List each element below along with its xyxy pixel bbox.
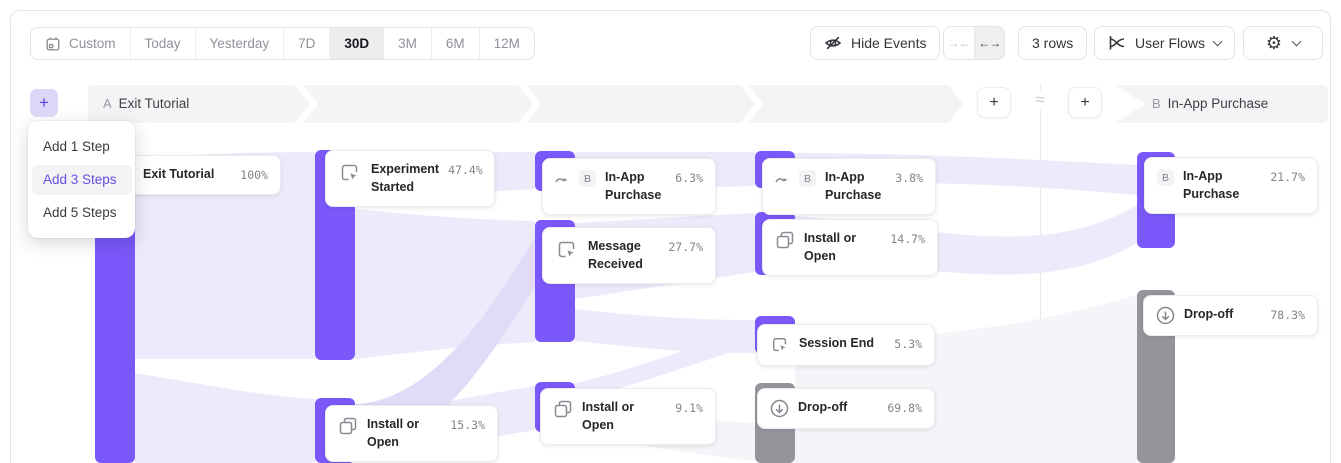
- flow-arrow-icon: [555, 173, 570, 185]
- node-label: In-App Purchase: [825, 169, 885, 204]
- autocapture-event-icon: [338, 161, 362, 185]
- node-label: Drop-off: [1184, 306, 1233, 324]
- add-column-left-button[interactable]: +: [977, 87, 1011, 118]
- plus-icon: +: [989, 94, 998, 112]
- node-label: Install or Open: [582, 399, 666, 434]
- collapse-columns-button[interactable]: →←: [944, 27, 974, 59]
- node-install-or-open-15[interactable]: Install or Open 15.3%: [325, 405, 498, 462]
- node-label: In-App Purchase: [605, 169, 665, 204]
- drop-off-icon: [770, 399, 789, 418]
- user-flows-icon: [1108, 34, 1126, 52]
- node-value: 5.3%: [894, 335, 922, 351]
- expand-icon: ←→: [978, 36, 1000, 50]
- node-drop-off-78[interactable]: Drop-off 78.3%: [1143, 295, 1318, 336]
- node-value: 14.7%: [890, 230, 925, 246]
- node-label: Session End: [799, 335, 874, 353]
- node-experiment-started[interactable]: Experiment Started 47.4%: [325, 150, 495, 207]
- date-range-12m[interactable]: 12M: [479, 28, 534, 59]
- hide-events-button[interactable]: Hide Events: [810, 26, 940, 60]
- menu-item-add-1-step[interactable]: Add 1 Step: [28, 132, 135, 162]
- node-label: In-App Purchase: [1183, 168, 1261, 203]
- hide-events-label: Hide Events: [851, 35, 926, 51]
- rows-button[interactable]: 3 rows: [1018, 26, 1087, 60]
- chevron-down-icon: [1292, 36, 1302, 46]
- node-install-or-open-14[interactable]: Install or Open 14.7%: [762, 219, 938, 276]
- node-label: Experiment Started: [371, 161, 439, 196]
- node-install-or-open-9[interactable]: Install or Open 9.1%: [540, 388, 716, 445]
- date-range-30d-active[interactable]: 30D: [329, 28, 383, 59]
- plus-icon: +: [39, 93, 49, 113]
- settings-dropdown[interactable]: ⚙: [1243, 26, 1323, 60]
- node-drop-off-69[interactable]: Drop-off 69.8%: [757, 388, 935, 429]
- menu-item-add-3-steps[interactable]: Add 3 Steps: [32, 165, 132, 195]
- date-range-7d[interactable]: 7D: [283, 28, 329, 59]
- rows-label: 3 rows: [1032, 35, 1073, 51]
- calendar-icon: [45, 36, 61, 52]
- autocapture-event-icon: [770, 335, 790, 355]
- collapse-icon: →←: [948, 36, 970, 50]
- step-header-band: [0, 85, 1341, 123]
- node-in-app-purchase-6[interactable]: B In-App Purchase 6.3%: [542, 158, 716, 215]
- node-value: 3.8%: [895, 169, 923, 185]
- node-label: Drop-off: [798, 399, 847, 417]
- date-range-3m[interactable]: 3M: [383, 28, 431, 59]
- node-in-app-purchase-21[interactable]: B In-App Purchase 21.7%: [1144, 157, 1318, 214]
- chart-type-dropdown[interactable]: User Flows: [1094, 26, 1235, 60]
- node-label: Exit Tutorial: [143, 166, 214, 184]
- add-step-button[interactable]: +: [30, 89, 58, 117]
- plus-icon: +: [1080, 94, 1089, 112]
- add-steps-menu: Add 1 Step Add 3 Steps Add 5 Steps: [28, 121, 135, 238]
- flow-arrow-icon: [775, 173, 790, 185]
- step-a-label: Exit Tutorial: [119, 96, 190, 111]
- node-value: 47.4%: [448, 161, 483, 177]
- step-a-prefix: A: [103, 96, 112, 111]
- node-value: 6.3%: [675, 169, 703, 185]
- menu-item-add-5-steps[interactable]: Add 5 Steps: [28, 198, 135, 228]
- approx-gap-symbol: ≈: [1026, 90, 1054, 110]
- add-column-right-button[interactable]: +: [1068, 87, 1102, 118]
- event-b-badge: B: [579, 170, 596, 187]
- chevron-down-icon: [1213, 36, 1223, 46]
- autocapture-event-icon: [555, 238, 579, 262]
- step-b-header[interactable]: B In-App Purchase: [1152, 85, 1268, 123]
- date-range-today[interactable]: Today: [130, 28, 195, 59]
- node-value: 27.7%: [668, 238, 703, 254]
- date-range-group: Custom Today Yesterday 7D 30D 3M 6M 12M: [30, 27, 535, 60]
- node-in-app-purchase-3[interactable]: B In-App Purchase 3.8%: [762, 158, 936, 215]
- copy-event-icon: [338, 416, 358, 436]
- date-range-custom[interactable]: Custom: [31, 28, 130, 59]
- step-b-prefix: B: [1152, 96, 1161, 111]
- node-label: Install or Open: [804, 230, 881, 265]
- node-value: 69.8%: [887, 399, 922, 415]
- collapse-expand-toggle: →← ←→: [943, 26, 1005, 60]
- node-value: 100%: [240, 166, 268, 182]
- date-range-6m[interactable]: 6M: [431, 28, 479, 59]
- eye-off-icon: [824, 34, 842, 52]
- node-message-received[interactable]: Message Received 27.7%: [542, 227, 716, 284]
- copy-event-icon: [553, 399, 573, 419]
- node-session-end[interactable]: Session End 5.3%: [757, 324, 935, 366]
- node-value: 78.3%: [1270, 306, 1305, 322]
- node-value: 15.3%: [450, 416, 485, 432]
- user-flows-panel: Custom Today Yesterday 7D 30D 3M 6M 12M …: [0, 0, 1341, 463]
- chart-type-label: User Flows: [1135, 35, 1205, 51]
- expand-columns-button[interactable]: ←→: [974, 27, 1005, 59]
- step-a-header[interactable]: A Exit Tutorial: [103, 85, 189, 123]
- date-range-yesterday[interactable]: Yesterday: [195, 28, 284, 59]
- copy-event-icon: [775, 230, 795, 250]
- step-b-label: In-App Purchase: [1168, 96, 1269, 111]
- event-b-badge: B: [799, 170, 816, 187]
- date-range-label: Custom: [69, 36, 116, 51]
- drop-off-icon: [1156, 306, 1175, 325]
- event-b-badge: B: [1157, 169, 1174, 186]
- node-label: Message Received: [588, 238, 652, 273]
- gear-icon: ⚙: [1266, 34, 1282, 52]
- node-value: 9.1%: [675, 399, 703, 415]
- node-value: 21.7%: [1270, 168, 1305, 184]
- node-label: Install or Open: [367, 416, 441, 451]
